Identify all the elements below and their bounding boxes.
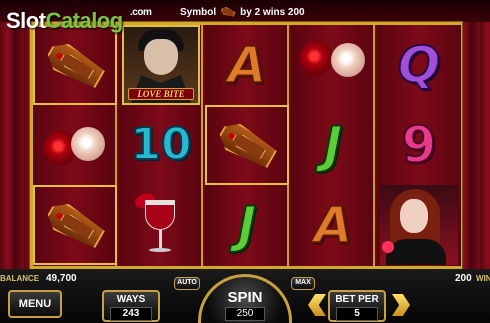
reel-1 (33, 25, 117, 266)
a-symbol: A (313, 196, 354, 254)
spin-label: SPIN (227, 289, 263, 306)
symbol-cell (33, 105, 117, 185)
coffin-icon (42, 38, 107, 93)
symbol-cell: A (205, 25, 289, 105)
j-symbol: J (323, 116, 344, 174)
wine-glass-icon (133, 191, 189, 258)
reel-2: LOVE BITE 10 (119, 25, 203, 266)
coffin-icon (214, 118, 279, 173)
menu-button[interactable]: MENU (8, 290, 62, 318)
reels-area: LOVE BITE 10 A J J A Q 9 (30, 22, 462, 269)
ten-symbol: 10 (129, 119, 192, 170)
bet-per-display: BET PER 5 (328, 290, 386, 322)
symbol-cell: 9 (377, 105, 461, 185)
symbol-cell (291, 25, 375, 105)
win-message-prefix: Symbol (180, 6, 217, 18)
ways-display: WAYS 243 (102, 290, 160, 322)
q-symbol: Q (397, 36, 441, 94)
win-message-suffix: by 2 wins 200 (240, 6, 305, 18)
coffin-icon (220, 6, 236, 18)
symbol-cell (205, 105, 289, 185)
coffin-icon (42, 198, 107, 253)
bet-per-label: BET PER (335, 294, 379, 305)
balance-value: 49,700 (46, 273, 77, 284)
win-value: 200 (455, 273, 472, 284)
win-message: Symbol by 2 wins 200 (180, 5, 305, 19)
win-label: WIN (476, 274, 490, 283)
bet-per-value: 5 (336, 307, 378, 321)
symbol-cell: 10 (119, 105, 203, 185)
reel-4: J A (291, 25, 375, 266)
auto-button[interactable]: AUTO (174, 277, 200, 290)
total-bet-value: 250 (225, 307, 265, 321)
symbol-cell: Q (377, 25, 461, 105)
reel-5: Q 9 (377, 25, 461, 266)
vampire-lady-icon (380, 185, 458, 265)
symbol-cell: LOVE BITE (119, 25, 203, 105)
slotcatalog-logo: SlotCatalog .com (6, 7, 152, 33)
symbol-cell: J (205, 185, 289, 265)
j-symbol: J (237, 196, 258, 254)
roses-icon (39, 117, 111, 173)
balance-label: BALANCE (0, 274, 40, 283)
ways-label: WAYS (116, 294, 146, 305)
symbol-cell (33, 25, 117, 105)
reel-3: A J (205, 25, 289, 266)
nine-symbol: 9 (401, 116, 438, 174)
vampire-icon: LOVE BITE (122, 25, 200, 105)
ways-value: 243 (110, 307, 152, 321)
symbol-cell (33, 185, 117, 265)
symbol-cell (377, 185, 461, 265)
symbol-cell: A (291, 185, 375, 265)
symbol-cell: J (291, 105, 375, 185)
roses-icon (297, 37, 369, 93)
max-button[interactable]: MAX (291, 277, 315, 290)
love-bite-banner: LOVE BITE (128, 88, 194, 100)
symbol-cell (119, 185, 203, 265)
a-symbol: A (227, 36, 268, 94)
